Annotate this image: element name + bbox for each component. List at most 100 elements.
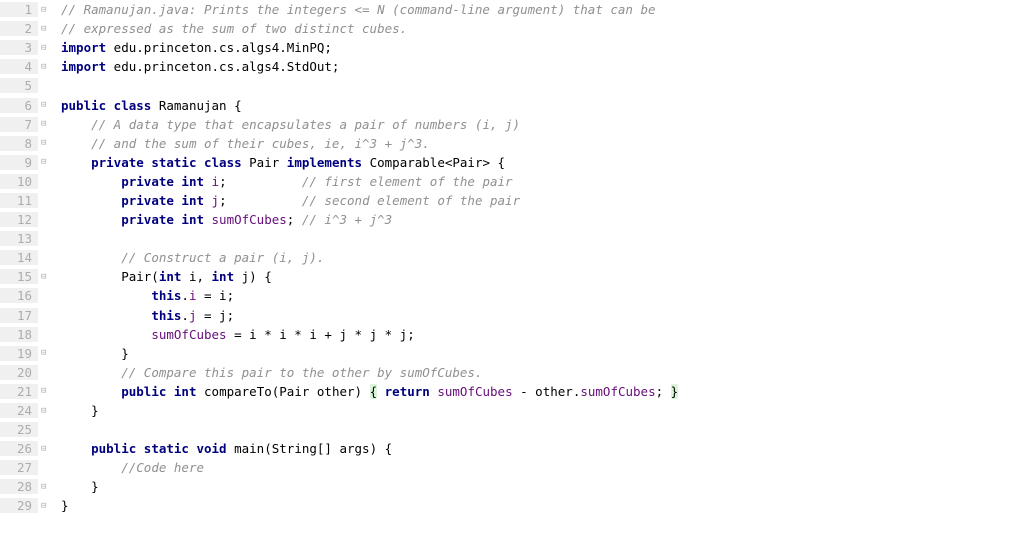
fold-icon[interactable]: ⊟ [38, 43, 58, 53]
fold-icon[interactable]: ⊟ [38, 444, 58, 454]
code-content[interactable]: public class Ramanujan { [58, 98, 1024, 113]
token-plain: edu.princeton.cs.algs4.MinPQ; [106, 40, 332, 55]
fold-icon[interactable]: ⊟ [38, 406, 58, 416]
code-line[interactable]: 20 // Compare this pair to the other by … [0, 363, 1024, 382]
token-kw: private int [121, 174, 211, 189]
code-content[interactable]: public int compareTo(Pair other) { retur… [58, 384, 1024, 399]
code-line[interactable]: 27 //Code here [0, 458, 1024, 477]
token-plain: main(String[] args) { [234, 441, 392, 456]
code-line[interactable]: 11 private int j; // second element of t… [0, 191, 1024, 210]
code-line[interactable]: 4⊟import edu.princeton.cs.algs4.StdOut; [0, 57, 1024, 76]
code-content[interactable]: public static void main(String[] args) { [58, 441, 1024, 456]
code-line[interactable]: 16 this.i = i; [0, 286, 1024, 305]
code-content[interactable]: sumOfCubes = i * i * i + j * j * j; [58, 327, 1024, 342]
code-line[interactable]: 15⊟ Pair(int i, int j) { [0, 267, 1024, 286]
fold-icon[interactable]: ⊟ [38, 138, 58, 148]
token-plain: = i; [196, 288, 234, 303]
fold-icon[interactable]: ⊟ [38, 348, 58, 358]
code-content[interactable]: //Code here [58, 460, 1024, 475]
token-kw: public class [61, 98, 159, 113]
code-content[interactable]: import edu.princeton.cs.algs4.StdOut; [58, 59, 1024, 74]
token-brace-hl: { [370, 384, 378, 399]
token-plain: j) { [234, 269, 272, 284]
code-content[interactable]: // A data type that encapsulates a pair … [58, 117, 1024, 132]
code-line[interactable]: 6⊟public class Ramanujan { [0, 95, 1024, 114]
code-content[interactable]: private int i; // first element of the p… [58, 174, 1024, 189]
line-number: 14 [0, 250, 38, 265]
code-line[interactable]: 13 [0, 229, 1024, 248]
code-content[interactable]: this.j = j; [58, 308, 1024, 323]
code-line[interactable]: 2⊟// expressed as the sum of two distinc… [0, 19, 1024, 38]
token-plain: } [61, 479, 99, 494]
line-number: 10 [0, 174, 38, 189]
code-line[interactable]: 25 [0, 420, 1024, 439]
code-content[interactable]: private int sumOfCubes; // i^3 + j^3 [58, 212, 1024, 227]
token-plain [61, 384, 121, 399]
fold-icon[interactable]: ⊟ [38, 386, 58, 396]
token-plain [61, 155, 91, 170]
fold-icon[interactable]: ⊟ [38, 5, 58, 15]
code-line[interactable]: 8⊟ // and the sum of their cubes, ie, i^… [0, 134, 1024, 153]
line-number: 20 [0, 365, 38, 380]
code-content[interactable]: private static class Pair implements Com… [58, 155, 1024, 170]
code-line[interactable]: 19⊟ } [0, 344, 1024, 363]
token-plain: Ramanujan { [159, 98, 242, 113]
fold-icon[interactable]: ⊟ [38, 24, 58, 34]
code-content[interactable]: } [58, 346, 1024, 361]
line-number: 19 [0, 346, 38, 361]
fold-icon[interactable]: ⊟ [38, 119, 58, 129]
line-number: 1 [0, 2, 38, 17]
code-line[interactable]: 26⊟ public static void main(String[] arg… [0, 439, 1024, 458]
fold-icon[interactable]: ⊟ [38, 100, 58, 110]
token-plain [61, 174, 121, 189]
code-content[interactable]: Pair(int i, int j) { [58, 269, 1024, 284]
code-line[interactable]: 18 sumOfCubes = i * i * i + j * j * j; [0, 325, 1024, 344]
code-line[interactable]: 9⊟ private static class Pair implements … [0, 153, 1024, 172]
fold-icon[interactable]: ⊟ [38, 501, 58, 511]
line-number: 24 [0, 403, 38, 418]
token-kw: this [151, 288, 181, 303]
token-kw: public int [121, 384, 204, 399]
code-line[interactable]: 14 // Construct a pair (i, j). [0, 248, 1024, 267]
token-plain: i, [181, 269, 211, 284]
token-field: sumOfCubes [437, 384, 512, 399]
line-number: 26 [0, 441, 38, 456]
code-content[interactable]: import edu.princeton.cs.algs4.MinPQ; [58, 40, 1024, 55]
code-line[interactable]: 28⊟ } [0, 477, 1024, 496]
code-content[interactable]: } [58, 498, 1024, 513]
code-editor[interactable]: 1⊟// Ramanujan.java: Prints the integers… [0, 0, 1024, 555]
line-number: 27 [0, 460, 38, 475]
code-line[interactable]: 24⊟ } [0, 401, 1024, 420]
code-content[interactable]: // Ramanujan.java: Prints the integers <… [58, 2, 1024, 17]
code-content[interactable]: } [58, 403, 1024, 418]
code-content[interactable]: // Compare this pair to the other by sum… [58, 365, 1024, 380]
token-plain [61, 308, 151, 323]
line-number: 6 [0, 98, 38, 113]
code-content[interactable]: private int j; // second element of the … [58, 193, 1024, 208]
fold-icon[interactable]: ⊟ [38, 482, 58, 492]
code-content[interactable]: // Construct a pair (i, j). [58, 250, 1024, 265]
code-content[interactable]: // expressed as the sum of two distinct … [58, 21, 1024, 36]
code-content[interactable]: } [58, 479, 1024, 494]
code-line[interactable]: 7⊟ // A data type that encapsulates a pa… [0, 115, 1024, 134]
code-line[interactable]: 3⊟import edu.princeton.cs.algs4.MinPQ; [0, 38, 1024, 57]
code-line[interactable]: 17 this.j = j; [0, 306, 1024, 325]
fold-icon[interactable]: ⊟ [38, 157, 58, 167]
code-line[interactable]: 10 private int i; // first element of th… [0, 172, 1024, 191]
token-plain [61, 136, 91, 151]
code-line[interactable]: 29⊟} [0, 496, 1024, 515]
token-kw: public static void [91, 441, 234, 456]
code-line[interactable]: 5 [0, 76, 1024, 95]
code-line[interactable]: 12 private int sumOfCubes; // i^3 + j^3 [0, 210, 1024, 229]
code-line[interactable]: 21⊟ public int compareTo(Pair other) { r… [0, 382, 1024, 401]
line-number: 17 [0, 308, 38, 323]
fold-icon[interactable]: ⊟ [38, 62, 58, 72]
token-field: sumOfCubes [151, 327, 226, 342]
code-content[interactable]: // and the sum of their cubes, ie, i^3 +… [58, 136, 1024, 151]
code-content[interactable]: this.i = i; [58, 288, 1024, 303]
line-number: 4 [0, 59, 38, 74]
fold-icon[interactable]: ⊟ [38, 272, 58, 282]
token-field: sumOfCubes [580, 384, 655, 399]
token-plain: = j; [196, 308, 234, 323]
code-line[interactable]: 1⊟// Ramanujan.java: Prints the integers… [0, 0, 1024, 19]
